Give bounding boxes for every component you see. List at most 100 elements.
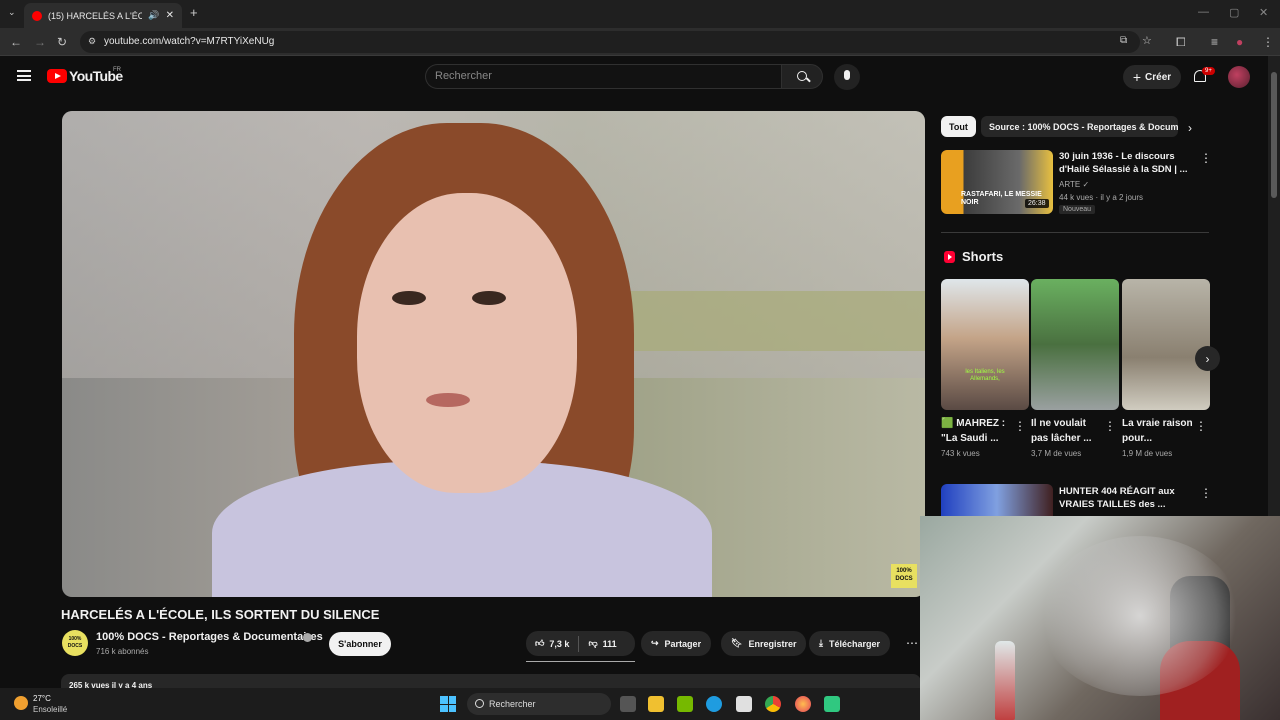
youtube-logo-icon[interactable] [47, 69, 67, 83]
search-icon[interactable] [781, 64, 823, 89]
audio-playing-icon[interactable]: 🔊 [148, 10, 159, 21]
forward-arrow-icon[interactable]: → [34, 35, 46, 49]
recommended-channel-name: ARTE [1059, 180, 1081, 189]
more-options-icon[interactable]: ⋮ [1014, 419, 1026, 433]
short-caption: les Italiens, les Allemands, [965, 369, 1005, 382]
tab-list-chevron-icon[interactable]: ⌄ [8, 7, 16, 18]
sun-weather-icon[interactable] [14, 696, 28, 710]
short-title[interactable]: La vraie raison pour... [1122, 416, 1194, 446]
more-options-icon[interactable]: ⋮ [1200, 486, 1212, 500]
short-views: 3,7 M de vues [1031, 449, 1082, 458]
thumbs-down-icon: 👎︎ [588, 638, 598, 648]
account-avatar[interactable] [1228, 66, 1250, 88]
maximize-icon[interactable]: ▢ [1229, 6, 1239, 19]
windows-start-icon[interactable] [440, 696, 456, 712]
youtube-header: YouTube FR + Créer 9+ [0, 56, 1268, 96]
channel-name[interactable]: 100% DOCS - Reportages & Documentaires [96, 631, 323, 643]
minimize-icon[interactable]: — [1198, 6, 1209, 18]
browser-toolbar: ← → ↻ ⚙ youtube.com/watch?v=M7RTYiXeNUg … [0, 28, 1280, 56]
youtube-favicon-icon [32, 10, 42, 21]
browser-tab-youtube[interactable]: (15) HARCELÉS A L'ÉCOLE, I 🔊 ✕ [24, 3, 182, 28]
nvidia-icon[interactable] [677, 696, 693, 712]
recommended-channel[interactable]: ARTE ✓ [1059, 180, 1089, 189]
new-badge: Nouveau [1059, 205, 1096, 214]
close-tab-icon[interactable]: ✕ [166, 10, 174, 21]
more-options-icon[interactable]: ⋮ [1195, 419, 1207, 433]
plus-icon: + [1132, 69, 1142, 85]
webcam-bottle [995, 641, 1015, 720]
store-icon[interactable] [736, 696, 752, 712]
app-icon[interactable] [824, 696, 840, 712]
search-box[interactable] [425, 64, 781, 89]
shorts-heading: Shorts [962, 249, 1004, 264]
recommended-meta: 44 k vues · il y a 2 jours [1059, 193, 1144, 202]
recommended-title[interactable]: HUNTER 404 RÉAGIT aux VRAIES TAILLES des… [1059, 485, 1193, 511]
video-person-face [357, 193, 577, 493]
chrome-menu-icon[interactable]: ⋮ [1262, 35, 1274, 49]
subscriber-count: 716 k abonnés [96, 647, 149, 656]
download-icon: ⤓ [819, 638, 823, 648]
rail-divider [941, 232, 1209, 233]
subscribe-button[interactable]: S'abonner [329, 632, 391, 656]
share-button[interactable]: ↪ Partager [641, 631, 712, 656]
task-view-icon[interactable] [620, 696, 636, 712]
firefox-icon[interactable] [795, 696, 811, 712]
profile-icon[interactable]: ● [1236, 35, 1243, 49]
video-player[interactable]: 100% DOCS [62, 111, 925, 597]
address-bar[interactable]: ⚙ youtube.com/watch?v=M7RTYiXeNUg ⧉ ☆ [80, 31, 1152, 53]
video-title: HARCELÉS A L'ÉCOLE, ILS SORTENT DU SILEN… [61, 607, 380, 622]
dislike-button[interactable]: 👎︎ 111 [579, 631, 625, 656]
file-explorer-icon[interactable] [648, 696, 664, 712]
short-views: 1,9 M de vues [1122, 449, 1173, 458]
chip-all[interactable]: Tout [941, 116, 976, 137]
save-label: Enregistrer [748, 638, 797, 649]
taskbar-search[interactable]: Rechercher [467, 693, 611, 715]
search-input[interactable] [435, 70, 765, 82]
video-person-eye-left [392, 291, 426, 305]
chevron-right-icon[interactable]: › [1188, 121, 1192, 135]
more-options-icon[interactable]: ⋮ [1200, 151, 1212, 165]
new-tab-icon[interactable]: + [190, 5, 198, 20]
extensions-icon[interactable]: ⧠ [1176, 35, 1186, 50]
browser-tab-bar: ⌄ (15) HARCELÉS A L'ÉCOLE, I 🔊 ✕ + — ▢ ✕ [0, 0, 1280, 28]
close-window-icon[interactable]: ✕ [1259, 6, 1268, 19]
short-thumbnail[interactable]: les Italiens, les Allemands, [941, 279, 1029, 410]
dislike-count: 111 [602, 638, 617, 649]
chip-source[interactable]: Source : 100% DOCS - Reportages & Docume… [981, 116, 1178, 137]
share-label: Partager [664, 638, 702, 649]
scrollbar-thumb[interactable] [1271, 72, 1277, 198]
channel-watermark[interactable]: 100% DOCS [891, 564, 917, 588]
install-app-icon[interactable]: ⧉ [1120, 35, 1127, 46]
reload-icon[interactable]: ↻ [57, 35, 67, 49]
short-title[interactable]: 🟩 MAHREZ : "La Saudi ... [941, 416, 1013, 446]
microphone-icon[interactable] [834, 64, 860, 90]
short-title[interactable]: Il ne voulait pas lâcher ... [1031, 416, 1103, 446]
notification-badge: 9+ [1202, 67, 1215, 75]
more-actions-icon[interactable]: ⋯ [906, 636, 918, 650]
short-thumbnail[interactable] [1122, 279, 1210, 410]
shorts-icon [944, 251, 955, 263]
bookmark-star-icon[interactable]: ☆ [1142, 34, 1152, 47]
back-arrow-icon[interactable]: ← [10, 35, 22, 49]
like-button[interactable]: 👍︎ 7,3 k [526, 631, 578, 656]
hamburger-menu-icon[interactable] [17, 70, 31, 81]
weather-temperature[interactable]: 27°C [33, 694, 51, 703]
channel-avatar[interactable]: 100% DOCS [62, 630, 88, 656]
more-options-icon[interactable]: ⋮ [1104, 419, 1116, 433]
download-button[interactable]: ⤓ Télécharger [809, 631, 891, 656]
video-duration: 26:38 [1025, 199, 1049, 208]
reading-list-icon[interactable]: ≡ [1211, 35, 1218, 49]
webcam-smoke [1040, 536, 1240, 696]
create-button[interactable]: + Créer [1123, 65, 1181, 89]
recommended-thumbnail[interactable]: RASTAFARI, LE MESSIE NOIR 26:38 [941, 150, 1053, 214]
weather-description[interactable]: Ensoleillé [33, 705, 67, 714]
shorts-next-chevron-icon[interactable]: › [1195, 346, 1220, 371]
edge-icon[interactable] [706, 696, 722, 712]
recommended-title[interactable]: 30 juin 1936 - Le discours d'Hailé Sélas… [1059, 150, 1193, 176]
video-person-mouth [426, 393, 470, 407]
short-thumbnail[interactable] [1031, 279, 1119, 410]
save-button[interactable]: 🔖︎ Enregistrer [721, 631, 807, 656]
download-label: Télécharger [828, 638, 881, 649]
site-info-icon[interactable]: ⚙ [88, 36, 96, 47]
chrome-icon[interactable] [765, 696, 781, 712]
